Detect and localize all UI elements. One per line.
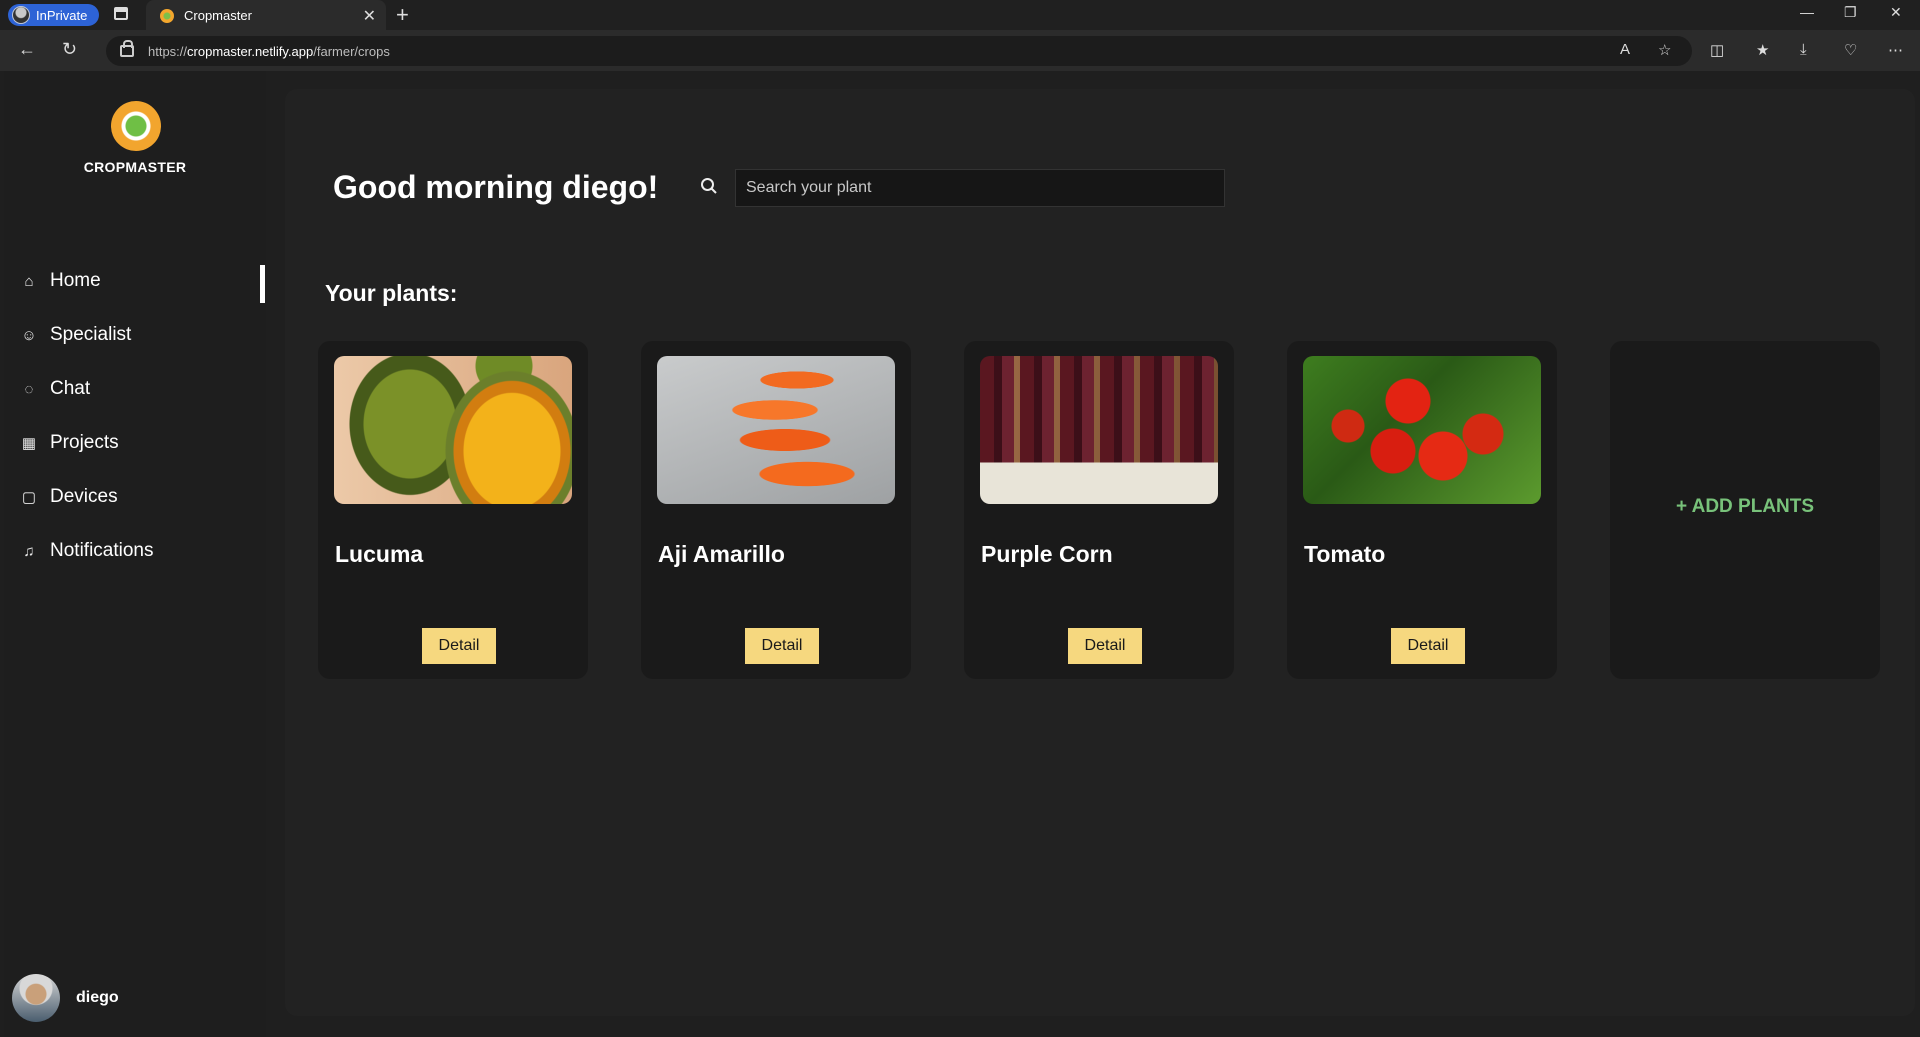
- sidebar-item-notifications[interactable]: ♫ Notifications: [20, 538, 154, 564]
- restore-icon[interactable]: ❐: [1844, 4, 1857, 21]
- cropmaster-favicon-icon: [160, 8, 174, 23]
- sidebar-item-label: Notifications: [50, 540, 154, 561]
- plant-name: Aji Amarillo: [658, 541, 785, 567]
- minimize-icon[interactable]: —: [1800, 4, 1814, 20]
- plant-card-lucuma: Lucuma Detail: [318, 341, 588, 679]
- add-plants-button[interactable]: + ADD PLANTS: [1610, 496, 1880, 518]
- brand-name: CROPMASTER: [83, 159, 187, 175]
- url-scheme: https://: [148, 43, 188, 59]
- profile-icon: [12, 6, 30, 24]
- plant-card-purple-corn: Purple Corn Detail: [964, 341, 1234, 679]
- sidebar-item-label: Home: [50, 270, 101, 291]
- browser-tabbar: InPrivate Cropmaster ✕ + — ❐ ✕: [0, 0, 1920, 31]
- plant-name: Lucuma: [335, 541, 424, 567]
- plant-image: [980, 356, 1218, 504]
- cropmaster-logo: [111, 101, 161, 151]
- tab-title: Cropmaster: [184, 8, 252, 23]
- sidebar-item-label: Devices: [50, 486, 118, 507]
- download-icon[interactable]: ⤓: [1800, 41, 1807, 58]
- calendar-icon: ▦: [21, 435, 37, 452]
- browser-essentials-icon[interactable]: ♡: [1844, 41, 1857, 59]
- sidebar-item-home[interactable]: ⌂ Home: [20, 268, 101, 294]
- tab-actions-icon[interactable]: [114, 7, 128, 20]
- sidebar-item-projects[interactable]: ▦ Projects: [20, 430, 119, 456]
- inprivate-badge[interactable]: InPrivate: [8, 4, 100, 26]
- page-title: Good morning diego!: [333, 169, 659, 205]
- more-menu-icon[interactable]: ⋯: [1888, 41, 1903, 59]
- browser-tab[interactable]: Cropmaster ✕: [146, 0, 386, 31]
- back-icon[interactable]: ←: [18, 39, 36, 60]
- plant-image: [334, 356, 572, 504]
- inprivate-label: InPrivate: [36, 7, 88, 23]
- search-input[interactable]: [735, 169, 1225, 207]
- user-profile[interactable]: diego: [12, 974, 119, 1022]
- sidebar-item-label: Chat: [50, 378, 91, 399]
- plant-image: [1303, 356, 1541, 504]
- detail-button[interactable]: Detail: [1391, 628, 1465, 664]
- sidebar-item-chat[interactable]: ◌ Chat: [20, 376, 91, 402]
- sidebar-item-specialist[interactable]: ☺ Specialist: [20, 322, 131, 348]
- split-screen-icon[interactable]: ◫: [1710, 41, 1724, 59]
- favorites-icon[interactable]: ★: [1756, 41, 1769, 59]
- section-title: Your plants:: [325, 280, 458, 306]
- plant-image: [657, 356, 895, 504]
- favorite-star-icon[interactable]: ☆: [1658, 41, 1671, 59]
- detail-button[interactable]: Detail: [422, 628, 496, 664]
- url-host: cropmaster.netlify.app: [187, 43, 314, 59]
- url-field[interactable]: https://cropmaster.netlify.app/farmer/cr…: [106, 36, 1692, 66]
- chat-icon: ◌: [24, 380, 34, 398]
- sidebar-item-devices[interactable]: ▢ Devices: [20, 484, 118, 510]
- sidebar: CROPMASTER ⌂ Home ☺ Specialist ◌ Chat ▦ …: [4, 71, 266, 1037]
- username: diego: [76, 989, 119, 1006]
- user-icon: ☺: [21, 326, 37, 344]
- bell-icon: ♫: [23, 542, 35, 560]
- read-aloud-icon[interactable]: A: [1620, 41, 1630, 58]
- detail-button[interactable]: Detail: [745, 628, 819, 664]
- plant-card-aji-amarillo: Aji Amarillo Detail: [641, 341, 911, 679]
- close-window-icon[interactable]: ✕: [1890, 4, 1902, 21]
- browser-addressbar: ← ↻ https://cropmaster.netlify.app/farme…: [0, 31, 1920, 71]
- search-icon: [701, 178, 717, 194]
- sidebar-item-label: Projects: [50, 432, 119, 453]
- plant-card-tomato: Tomato Detail: [1287, 341, 1557, 679]
- add-plants-card[interactable]: + ADD PLANTS: [1610, 341, 1880, 679]
- device-icon: ▢: [21, 489, 37, 506]
- lock-icon: [120, 40, 134, 57]
- close-tab-icon[interactable]: ✕: [363, 6, 376, 26]
- plant-name: Purple Corn: [981, 541, 1113, 567]
- detail-button[interactable]: Detail: [1068, 628, 1142, 664]
- url-path: /farmer/crops: [313, 43, 390, 59]
- avatar: [12, 974, 60, 1022]
- refresh-icon[interactable]: ↻: [62, 39, 77, 60]
- sidebar-item-label: Specialist: [50, 324, 132, 345]
- home-icon: ⌂: [24, 272, 34, 290]
- active-nav-indicator: [260, 265, 265, 303]
- main-panel: Good morning diego! Your plants: Lucuma …: [285, 89, 1915, 1016]
- new-tab-icon[interactable]: +: [396, 2, 409, 28]
- plant-name: Tomato: [1304, 541, 1386, 567]
